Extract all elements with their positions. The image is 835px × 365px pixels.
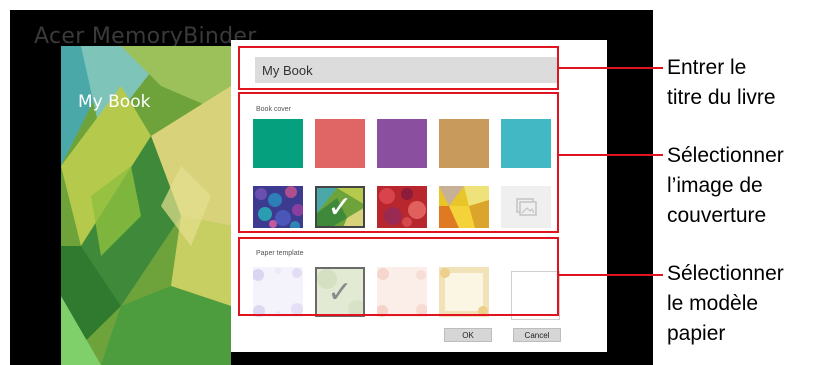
callout-cover-line: l’image de — [667, 174, 763, 197]
callout-paper-line: papier — [667, 322, 726, 345]
cancel-button[interactable]: Cancel — [513, 328, 561, 342]
highlight-book-cover — [238, 92, 559, 233]
callout-cover-line: Sélectionner — [667, 144, 784, 167]
cover-preview: My Book — [61, 46, 231, 365]
leader-line-title — [559, 67, 663, 69]
callout-title-line: titre du livre — [667, 86, 776, 109]
callout-paper-line: Sélectionner — [667, 262, 784, 285]
callout-title-line: Entrer le — [667, 56, 747, 79]
callout-paper-line: le modèle — [667, 292, 759, 315]
leader-line-cover — [559, 154, 663, 156]
highlight-paper-template — [238, 237, 559, 316]
callout-cover: Sélectionner l’image de couverture — [667, 141, 784, 231]
callout-title: Entrer le titre du livre — [667, 53, 776, 113]
cover-title: My Book — [78, 92, 151, 112]
ok-button[interactable]: OK — [444, 328, 492, 342]
callout-paper: Sélectionner le modèle papier — [667, 259, 784, 349]
highlight-title-input — [238, 46, 559, 90]
callout-cover-line: couverture — [667, 204, 767, 227]
leader-line-paper — [559, 274, 663, 276]
